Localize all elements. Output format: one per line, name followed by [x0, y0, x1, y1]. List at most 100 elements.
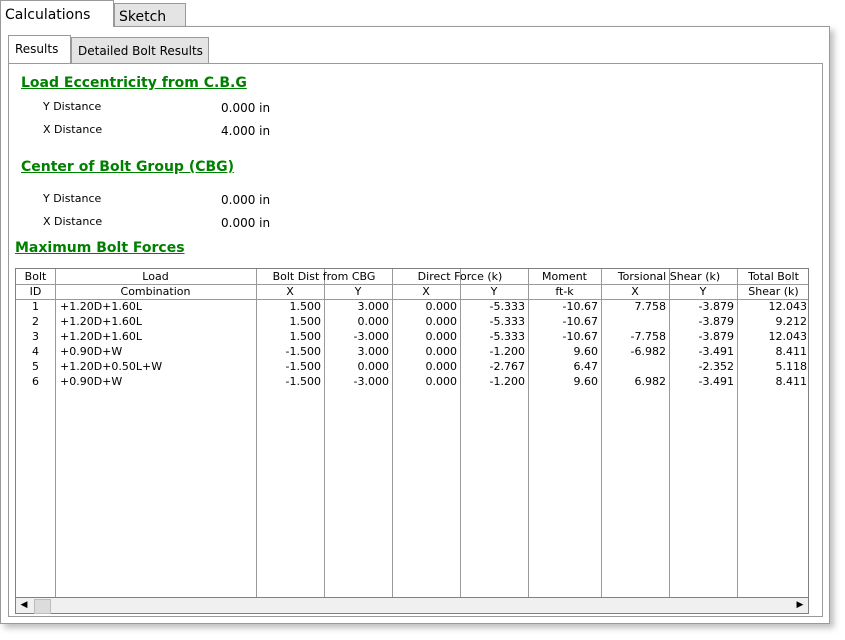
cbg-title: Center of Bolt Group (CBG)	[21, 159, 235, 175]
tab-sketch[interactable]: Sketch	[114, 3, 186, 27]
cell-direct-x: 0.000	[425, 345, 458, 358]
bolt-forces-table: Bolt Load Bolt Dist from CBG Direct Forc…	[15, 268, 809, 598]
header-torsional-shear: Torsional Shear (k)	[617, 270, 721, 283]
cell-total-shear: 8.411	[775, 375, 808, 388]
cell-direct-x: 0.000	[425, 315, 458, 328]
table-row: 3 +1.20D+1.60L 1.500 -3.000 0.000 -5.333 -10.6…	[16, 330, 808, 345]
cell-torsional-x: 6.982	[634, 375, 667, 388]
horizontal-scrollbar[interactable]: ◀ ▶	[15, 597, 809, 614]
cell-direct-x: 0.000	[425, 330, 458, 343]
tab-detailed-bolt-results-label: Detailed Bolt Results	[78, 44, 203, 58]
cell-moment: 9.60	[573, 345, 599, 358]
ecc-x-distance-label: X Distance	[43, 123, 103, 136]
ecc-y-distance-label: Y Distance	[43, 100, 102, 113]
cell-load-combination: +1.20D+1.60L	[60, 300, 143, 313]
cell-torsional-y: -3.491	[698, 375, 734, 388]
cell-load-combination: +0.90D+W	[60, 375, 123, 388]
header-torsional-x: X	[631, 285, 639, 298]
cell-load-combination: +0.90D+W	[60, 345, 123, 358]
cell-total-shear: 12.043	[768, 330, 808, 343]
tab-detailed-bolt-results[interactable]: Detailed Bolt Results	[71, 37, 209, 64]
header-load: Load	[142, 270, 169, 283]
cell-torsional-x: -7.758	[630, 330, 666, 343]
cell-moment: -10.67	[562, 315, 598, 328]
tab-results-label: Results	[15, 42, 59, 56]
ecc-x-distance-value: 4.000 in	[221, 124, 271, 138]
cell-bolt-id: 5	[32, 360, 39, 373]
cell-dist-y: -3.000	[353, 375, 389, 388]
cell-direct-x: 0.000	[425, 300, 458, 313]
header-moment-unit: ft-k	[555, 285, 574, 298]
tab-calculations[interactable]: Calculations	[0, 0, 114, 27]
table-row: 1 +1.20D+1.60L 1.500 3.000 0.000 -5.333 -10.67…	[16, 300, 808, 315]
header-combination: Combination	[120, 285, 191, 298]
cell-dist-y: -3.000	[353, 330, 389, 343]
header-direct-y: Y	[490, 285, 498, 298]
scrollbar-thumb[interactable]	[34, 599, 51, 614]
cell-bolt-id: 3	[32, 330, 39, 343]
cell-load-combination: +1.20D+1.60L	[60, 330, 143, 343]
table-row: 6 +0.90D+W -1.500 -3.000 0.000 -1.200 9.60 6.98…	[16, 375, 808, 390]
header-torsional-y: Y	[699, 285, 707, 298]
cbg-x-distance-value: 0.000 in	[221, 216, 271, 230]
cell-moment: -10.67	[562, 330, 598, 343]
cell-direct-x: 0.000	[425, 360, 458, 373]
table-row: 4 +0.90D+W -1.500 3.000 0.000 -1.200 9.60 -6.98…	[16, 345, 808, 360]
cell-direct-y: -5.333	[489, 300, 525, 313]
header-bolt-dist: Bolt Dist from CBG	[272, 270, 376, 283]
header-direct-force: Direct Force (k)	[417, 270, 503, 283]
cell-total-shear: 8.411	[775, 345, 808, 358]
cell-torsional-x: 7.758	[634, 300, 667, 313]
cell-direct-x: 0.000	[425, 375, 458, 388]
scroll-right-icon[interactable]: ▶	[792, 598, 808, 613]
cbg-x-distance-label: X Distance	[43, 215, 103, 228]
header-dist-x: X	[286, 285, 294, 298]
cell-bolt-id: 6	[32, 375, 39, 388]
cell-load-combination: +1.20D+1.60L	[60, 315, 143, 328]
cell-bolt-id: 2	[32, 315, 39, 328]
cell-direct-y: -5.333	[489, 315, 525, 328]
cell-bolt-id: 1	[32, 300, 39, 313]
table-row: 2 +1.20D+1.60L 1.500 0.000 0.000 -5.333 -10.67…	[16, 315, 808, 330]
header-id: ID	[29, 285, 42, 298]
scroll-left-icon[interactable]: ◀	[16, 598, 32, 613]
cell-dist-x: -1.500	[285, 375, 321, 388]
cell-dist-y: 0.000	[357, 315, 390, 328]
cell-direct-y: -1.200	[489, 345, 525, 358]
cbg-y-distance-value: 0.000 in	[221, 193, 271, 207]
tab-results[interactable]: Results	[8, 35, 71, 63]
cell-direct-y: -5.333	[489, 330, 525, 343]
header-direct-x: X	[422, 285, 430, 298]
max-bolt-forces-title: Maximum Bolt Forces	[15, 240, 185, 256]
cell-torsional-x: -6.982	[630, 345, 666, 358]
cell-moment: 6.47	[573, 360, 599, 373]
cell-direct-y: -1.200	[489, 375, 525, 388]
header-dist-y: Y	[354, 285, 362, 298]
cell-dist-y: 0.000	[357, 360, 390, 373]
cell-dist-x: 1.500	[289, 300, 322, 313]
cell-moment: 9.60	[573, 375, 599, 388]
cell-dist-y: 3.000	[357, 345, 390, 358]
cell-moment: -10.67	[562, 300, 598, 313]
cell-torsional-y: -3.491	[698, 345, 734, 358]
tab-sketch-label: Sketch	[119, 9, 167, 25]
cell-direct-y: -2.767	[489, 360, 525, 373]
header-bolt: Bolt	[24, 270, 47, 283]
cell-bolt-id: 4	[32, 345, 39, 358]
ecc-y-distance-value: 0.000 in	[221, 101, 271, 115]
cell-dist-y: 3.000	[357, 300, 390, 313]
cell-total-shear: 12.043	[768, 300, 808, 313]
cell-torsional-y: -2.352	[698, 360, 734, 373]
cell-total-shear: 5.118	[775, 360, 808, 373]
header-total-bolt: Total Bolt	[748, 270, 799, 283]
cell-dist-x: -1.500	[285, 360, 321, 373]
load-eccentricity-title: Load Eccentricity from C.B.G	[21, 75, 247, 91]
header-total-shear: Shear (k)	[748, 285, 799, 298]
cell-dist-x: 1.500	[289, 315, 322, 328]
table-row: 5 +1.20D+0.50L+W -1.500 0.000 0.000 -2.767 6.4…	[16, 360, 808, 375]
cell-total-shear: 9.212	[775, 315, 808, 328]
cbg-y-distance-label: Y Distance	[43, 192, 102, 205]
tab-calculations-label: Calculations	[5, 7, 91, 23]
cell-dist-x: -1.500	[285, 345, 321, 358]
header-moment: Moment	[542, 270, 587, 283]
